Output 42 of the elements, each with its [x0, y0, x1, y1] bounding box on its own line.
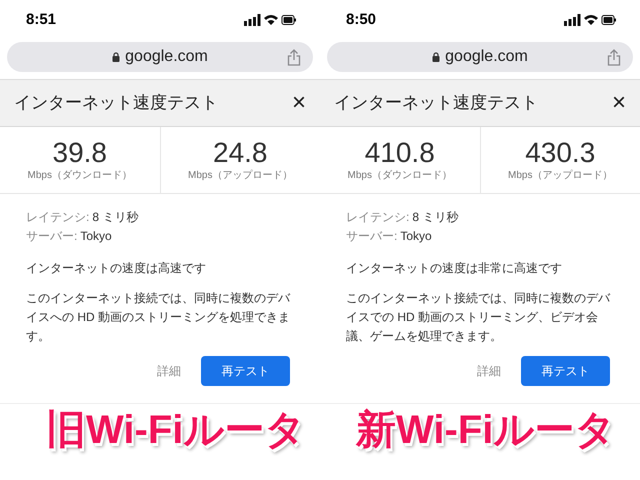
latency-value: 8 ミリ秒 — [412, 209, 458, 226]
lock-icon — [432, 52, 440, 62]
address-bar[interactable]: google.com — [7, 42, 313, 72]
speed-unit: Mbps（ダウンロード） — [28, 168, 132, 182]
details-link[interactable]: 詳細 — [477, 362, 501, 380]
url-text: google.com — [125, 47, 208, 67]
latency-value: 8 ミリ秒 — [92, 209, 138, 226]
status-time: 8:51 — [25, 10, 56, 30]
retest-button[interactable]: 再テスト — [521, 356, 610, 386]
share-icon[interactable] — [607, 48, 621, 66]
address-bar[interactable]: google.com — [327, 42, 633, 72]
caption: 新Wi-Fiルータ — [356, 408, 616, 452]
speed-value: 39.8 — [52, 138, 107, 168]
status-time: 8:50 — [345, 10, 376, 30]
lock-icon — [112, 52, 120, 62]
speed-unit: Mbps（アップロード） — [188, 168, 292, 182]
server-value: Tokyo — [400, 228, 432, 245]
share-icon[interactable] — [287, 48, 301, 66]
status-icons — [564, 14, 616, 26]
server-label: サーバー: — [346, 228, 398, 245]
speed-value: 410.8 — [364, 138, 435, 168]
speed-value: 24.8 — [213, 138, 268, 168]
speed-verdict: インターネットの速度は高速です — [26, 260, 207, 277]
latency-label: レイテンシ: — [26, 209, 90, 226]
status-icons — [244, 14, 296, 26]
speed-description: このインターネット接続では、同時に複数のデバイスでの HD 動画のストリーミング、ビデオ会議、ゲームを処理できます。 — [346, 290, 612, 345]
close-button[interactable]: × — [292, 91, 306, 115]
speed-unit: Mbps（ダウンロード） — [348, 168, 452, 182]
speed-value: 430.3 — [525, 138, 596, 168]
card-title: インターネット速度テスト — [334, 92, 538, 114]
caption: 旧Wi-Fiルータ — [46, 408, 306, 452]
speed-description: このインターネット接続では、同時に複数のデバイスへの HD 動画のストリーミングを処理できます。 — [26, 290, 292, 345]
server-label: サーバー: — [26, 228, 78, 245]
latency-label: レイテンシ: — [346, 209, 410, 226]
server-value: Tokyo — [80, 228, 112, 245]
url-text: google.com — [445, 47, 528, 67]
speed-unit: Mbps（アップロード） — [508, 168, 612, 182]
retest-button[interactable]: 再テスト — [201, 356, 290, 386]
speed-verdict: インターネットの速度は非常に高速です — [346, 260, 563, 277]
card-title: インターネット速度テスト — [14, 92, 218, 114]
close-button[interactable]: × — [612, 91, 626, 115]
details-link[interactable]: 詳細 — [157, 362, 181, 380]
